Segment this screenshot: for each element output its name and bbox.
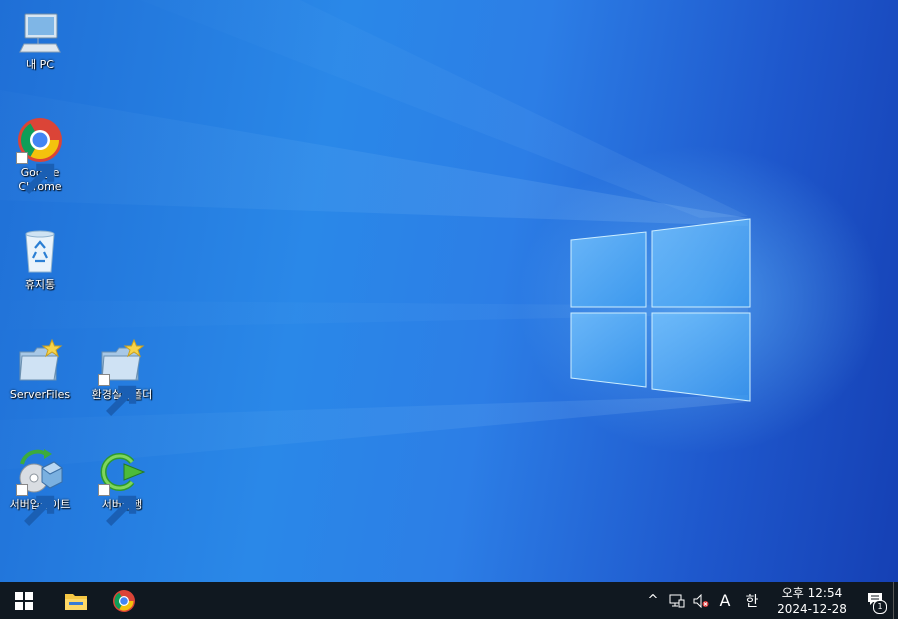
desktop-icon-google-chrome[interactable]: Google Chrome xyxy=(0,116,80,194)
desktop-icon-label: 내 PC xyxy=(26,58,54,71)
clock-date: 2024-12-28 xyxy=(777,601,847,616)
desktop-wallpaper: 내 PC Google Chrome 휴지통 ServerFiles 환경설정폴… xyxy=(0,0,898,582)
shortcut-arrow-icon xyxy=(98,484,137,526)
volume-muted-icon[interactable] xyxy=(689,582,713,619)
desktop-icon-label: ServerFiles xyxy=(9,388,71,401)
ime-language-indicator[interactable]: 한 xyxy=(737,582,767,619)
shortcut-arrow-icon xyxy=(16,152,55,194)
show-hidden-icons-chevron-icon[interactable]: ^ xyxy=(641,582,665,619)
desktop-icon-label: 휴지통 xyxy=(24,278,56,291)
desktop-icon-server-run[interactable]: 서버실행 xyxy=(82,448,162,526)
clock-time: 오후 12:54 xyxy=(781,585,843,600)
show-desktop-button[interactable] xyxy=(893,582,898,619)
start-button[interactable] xyxy=(0,582,48,619)
ime-mode-indicator[interactable]: A xyxy=(713,582,737,619)
disc-update-icon xyxy=(16,448,64,526)
desktop-icon-this-pc[interactable]: 내 PC xyxy=(0,8,80,72)
desktop-icon-recycle-bin[interactable]: 휴지통 xyxy=(0,228,80,292)
windows-logo-icon xyxy=(15,591,33,610)
green-arrow-icon xyxy=(98,448,146,526)
shortcut-arrow-icon xyxy=(98,374,137,416)
chrome-icon xyxy=(16,116,64,194)
taskbar: ^ A 한 오후 12:54 2024-12-28 1 xyxy=(0,582,898,619)
network-icon[interactable] xyxy=(665,582,689,619)
shortcut-arrow-icon xyxy=(16,484,55,526)
taskbar-file-explorer-button[interactable] xyxy=(52,582,100,619)
notification-count-badge: 1 xyxy=(873,600,887,614)
monitor-icon xyxy=(16,8,64,56)
desktop-icon-env-settings-folder[interactable]: 환경설정폴더 xyxy=(82,338,162,416)
action-center-button[interactable]: 1 xyxy=(857,582,893,619)
desktop-icon-server-update[interactable]: 서버업데이트 xyxy=(0,448,80,526)
desktop-icon-server-files[interactable]: ServerFiles xyxy=(0,338,80,402)
taskbar-chrome-button[interactable] xyxy=(100,582,148,619)
folder-icon xyxy=(64,591,88,611)
chrome-icon xyxy=(112,589,136,613)
folder-star-icon xyxy=(16,338,64,386)
taskbar-clock[interactable]: 오후 12:54 2024-12-28 xyxy=(771,585,853,617)
recycle-bin-icon xyxy=(16,228,64,276)
folder-star-icon xyxy=(98,338,146,416)
system-tray: ^ A 한 오후 12:54 2024-12-28 1 xyxy=(641,582,898,619)
